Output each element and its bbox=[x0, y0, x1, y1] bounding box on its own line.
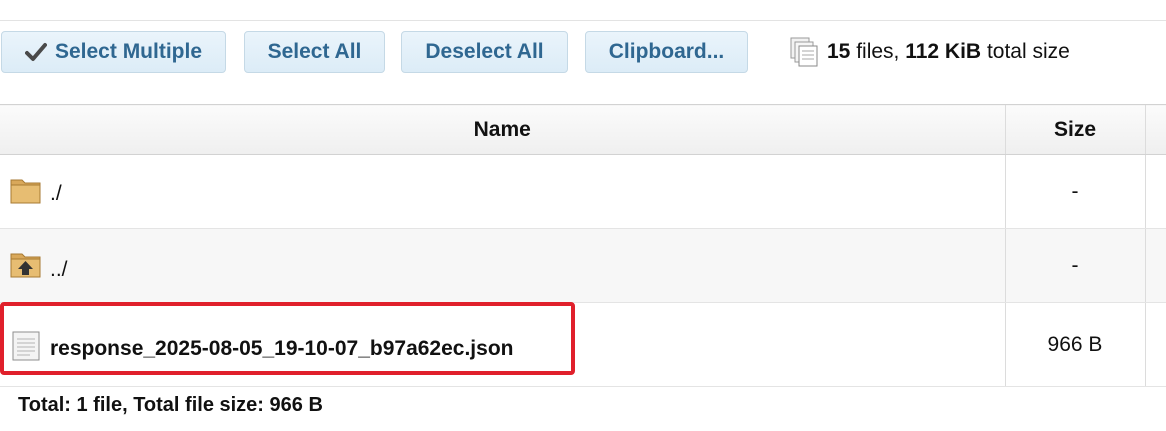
total-size-suffix: total size bbox=[981, 40, 1070, 63]
files-stack-icon bbox=[790, 37, 818, 67]
size-column-header[interactable]: Size bbox=[1004, 104, 1145, 155]
parent-folder-icon bbox=[10, 253, 41, 278]
clipboard-label: Clipboard... bbox=[608, 40, 725, 63]
file-count: 15 bbox=[827, 40, 851, 63]
file-icon bbox=[12, 331, 40, 361]
select-all-button[interactable]: Select All bbox=[244, 31, 385, 73]
size-cell: - bbox=[1004, 228, 1145, 303]
checkmark-icon bbox=[24, 43, 47, 61]
deselect-all-label: Deselect All bbox=[425, 40, 544, 63]
extra-cell bbox=[1144, 228, 1166, 303]
select-multiple-button[interactable]: Select Multiple bbox=[1, 31, 226, 73]
size-cell: 966 B bbox=[1004, 302, 1145, 387]
deselect-all-button[interactable]: Deselect All bbox=[401, 31, 568, 73]
name-column-header[interactable]: Name bbox=[0, 104, 1005, 155]
table-header-row: Name Size bbox=[0, 104, 1166, 155]
table-row[interactable]: ./ - bbox=[0, 154, 1166, 229]
extra-cell bbox=[1144, 302, 1166, 387]
file-name-link[interactable]: ../ bbox=[50, 258, 68, 282]
extra-cell bbox=[1144, 154, 1166, 229]
extra-column-header bbox=[1144, 104, 1166, 155]
select-multiple-label: Select Multiple bbox=[54, 40, 203, 63]
file-table: Name Size ./ - ../ - response_2025-08-05… bbox=[0, 104, 1166, 387]
total-footer: Total: 1 file, Total file size: 966 B bbox=[18, 394, 323, 416]
table-row[interactable]: ../ - bbox=[0, 228, 1166, 303]
name-cell: response_2025-08-05_19-10-07_b97a62ec.js… bbox=[0, 302, 1005, 387]
table-row[interactable]: response_2025-08-05_19-10-07_b97a62ec.js… bbox=[0, 302, 1166, 387]
folder-icon bbox=[10, 179, 41, 204]
size-cell: - bbox=[1004, 154, 1145, 229]
select-all-label: Select All bbox=[267, 40, 362, 63]
file-name-link[interactable]: ./ bbox=[50, 182, 62, 206]
file-summary: 15 files, 112 KiB total size bbox=[789, 33, 1070, 71]
name-cell: ../ bbox=[0, 228, 1005, 303]
top-divider bbox=[0, 20, 1166, 21]
name-cell: ./ bbox=[0, 154, 1005, 229]
clipboard-button[interactable]: Clipboard... bbox=[585, 31, 748, 73]
files-word: files, bbox=[850, 40, 906, 63]
total-size: 112 KiB bbox=[905, 40, 982, 63]
file-name-link[interactable]: response_2025-08-05_19-10-07_b97a62ec.js… bbox=[50, 337, 513, 361]
